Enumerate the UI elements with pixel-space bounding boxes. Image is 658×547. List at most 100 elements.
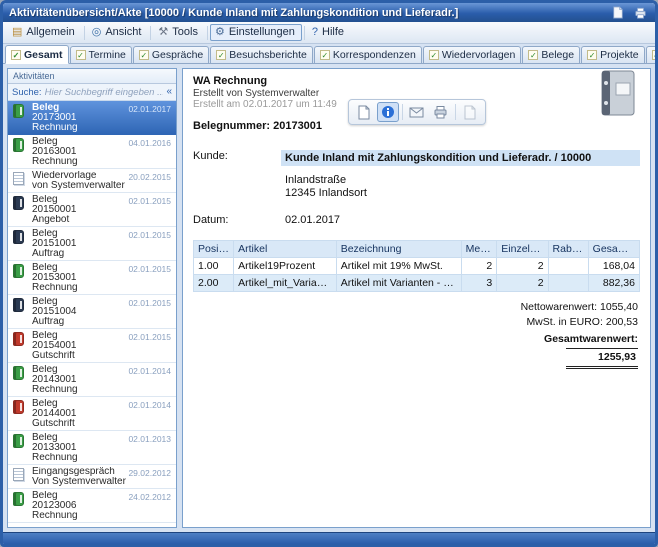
menu-bar: ▤Allgemein ◎Ansicht⚒Tools ⚙Einstellungen? H… <box>3 22 655 44</box>
items-table-head-row: PositionArtikelBezeichnungMengeEinzelpre… <box>194 241 640 258</box>
tab-check-icon: ✓ <box>429 50 439 60</box>
menu-item-einstellungen[interactable]: ⚙Einstellungen <box>210 24 302 41</box>
address-line-2: 12345 Inlandsort <box>285 187 640 200</box>
activity-number: 20133001 <box>32 443 172 453</box>
menu-item-ansicht[interactable]: ◎Ansicht <box>87 24 149 41</box>
column-header[interactable]: Menge <box>461 241 497 258</box>
table-row[interactable]: 2.00Artikel_mit_Varianten.004Artikel mit… <box>194 275 640 292</box>
tab-label: Projekte <box>600 49 639 61</box>
print-icon[interactable] <box>430 102 452 122</box>
table-cell: Artikel mit Varianten - M - Blau <box>336 275 461 292</box>
tab-gespraeche[interactable]: ✓Gespräche <box>133 46 209 63</box>
activity-kind: Rechnung <box>32 157 172 167</box>
activity-item[interactable]: Wiedervorlagevon Systemverwalter20.02.20… <box>8 169 176 193</box>
activity-item[interactable]: Beleg20133001Rechnung02.01.2013 <box>8 431 176 465</box>
column-header[interactable]: Position <box>194 241 234 258</box>
activity-kind: Gutschrift <box>32 419 172 429</box>
table-cell <box>548 275 588 292</box>
open-document-icon[interactable] <box>353 102 375 122</box>
table-cell: 3 <box>461 275 497 292</box>
titlebar-document-icon[interactable] <box>609 5 627 20</box>
activity-item[interactable]: Beleg20154001Gutschrift02.01.2015 <box>8 329 176 363</box>
customer-value[interactable]: Kunde Inland mit Zahlungskondition und L… <box>281 150 640 166</box>
note-icon <box>13 467 27 487</box>
tab-check-icon: ✓ <box>76 50 86 60</box>
tab-wiedervorlagen[interactable]: ✓Wiedervorlagen <box>423 46 522 63</box>
created-by: Erstellt von Systemverwalter <box>193 88 640 99</box>
column-header[interactable]: Gesamtpreis <box>588 241 639 258</box>
table-cell: Artikel19Prozent <box>234 258 337 275</box>
menu-item-label: Allgemein <box>26 26 74 38</box>
tab-mahndokumente[interactable]: ✓Mahndokumente <box>646 46 658 63</box>
table-cell: 2 <box>497 258 548 275</box>
activity-item[interactable]: Beleg20151004Auftrag02.01.2015 <box>8 295 176 329</box>
activity-number: 20163001 <box>32 147 172 157</box>
tab-belege[interactable]: ✓Belege <box>522 46 580 63</box>
info-icon[interactable] <box>377 102 399 122</box>
menu-item-hilfe[interactable]: ? Hilfe <box>307 24 351 41</box>
title-bar[interactable]: Aktivitätenübersicht/Akte [10000 / Kunde… <box>3 3 655 22</box>
activity-number: 20173001 <box>32 113 172 123</box>
activity-item[interactable]: Beleg20150001Angebot02.01.2015 <box>8 193 176 227</box>
activity-number: 20151001 <box>32 239 172 249</box>
menu-separator <box>84 26 85 40</box>
activity-number: 20123006 <box>32 501 172 511</box>
activity-item[interactable]: Beleg20153001Rechnung02.01.2015 <box>8 261 176 295</box>
activity-date: 02.01.2017 <box>128 104 171 114</box>
help-icon: ? <box>312 27 318 38</box>
activity-item[interactable]: Beleg20123006Rechnung24.02.2012 <box>8 489 176 523</box>
table-cell: 168,04 <box>588 258 639 275</box>
tools-icon: ⚒ <box>158 27 168 38</box>
titlebar-print-icon[interactable] <box>631 5 649 20</box>
menu-item-allgemein[interactable]: ▤Allgemein <box>7 24 82 41</box>
customer-row: Kunde: Kunde Inland mit Zahlungskonditio… <box>193 150 640 166</box>
activity-date: 29.02.2012 <box>128 468 171 478</box>
menu-item-label: Hilfe <box>322 26 344 38</box>
tab-check-icon: ✓ <box>652 50 658 60</box>
tab-check-icon: ✓ <box>11 50 21 60</box>
sidebar-collapse-icon[interactable]: « <box>166 87 172 97</box>
table-cell: Artikel mit 19% MwSt. <box>336 258 461 275</box>
totals: Nettowarenwert:1055,40 MwSt. in EURO:200… <box>193 300 640 369</box>
column-header[interactable]: Artikel <box>234 241 337 258</box>
column-header[interactable]: Einzelpreis <box>497 241 548 258</box>
menu-item-label: Ansicht <box>105 26 141 38</box>
column-header[interactable]: Bezeichnung <box>336 241 461 258</box>
activity-date: 20.02.2015 <box>128 172 171 182</box>
activity-item[interactable]: Beleg20163001Rechnung04.01.2016 <box>8 135 176 169</box>
tab-gesamt[interactable]: ✓Gesamt <box>5 45 69 64</box>
menu-item-tools[interactable]: ⚒Tools <box>153 24 205 41</box>
activity-number: von Systemverwalter <box>32 181 172 191</box>
activity-item[interactable]: Beleg20151001Auftrag02.01.2015 <box>8 227 176 261</box>
activity-date: 24.02.2012 <box>128 492 171 502</box>
menu-separator <box>150 26 151 40</box>
activity-date: 04.01.2016 <box>128 138 171 148</box>
activity-item[interactable]: Beleg20143001Rechnung02.01.2014 <box>8 363 176 397</box>
search-input[interactable] <box>45 87 164 98</box>
tab-label: Besuchsberichte <box>229 49 307 61</box>
copy-document-icon[interactable] <box>459 102 481 122</box>
grand-total-label: Gesamtwarenwert: <box>544 332 638 347</box>
activity-item[interactable]: Beleg20173001Rechnung02.01.2017 <box>8 101 176 135</box>
menu-item-label: Einstellungen <box>229 26 295 38</box>
customer-label: Kunde: <box>193 150 281 162</box>
tab-korrespondenzen[interactable]: ✓Korrespondenzen <box>314 46 422 63</box>
activity-number: Von Systemverwalter <box>32 477 172 487</box>
tab-projekte[interactable]: ✓Projekte <box>581 46 645 63</box>
document-toolbar <box>348 99 486 125</box>
email-icon[interactable] <box>406 102 428 122</box>
toolbar-separator <box>455 104 456 120</box>
date-value: 02.01.2017 <box>281 214 340 226</box>
tab-label: Wiedervorlagen <box>442 49 516 61</box>
order-book-icon <box>13 297 27 327</box>
column-header[interactable]: Rabatt % <box>548 241 588 258</box>
offer-book-icon <box>13 195 27 225</box>
search-row: Suche: « <box>8 84 176 101</box>
activity-item[interactable]: EingangsgesprächVon Systemverwalter29.02… <box>8 465 176 489</box>
tab-termine[interactable]: ✓Termine <box>70 46 132 63</box>
activity-item[interactable]: Beleg20144001Gutschrift02.01.2014 <box>8 397 176 431</box>
table-row[interactable]: 1.00Artikel19ProzentArtikel mit 19% MwSt… <box>194 258 640 275</box>
tab-besuchsberichte[interactable]: ✓Besuchsberichte <box>210 46 313 63</box>
activities-sidebar: Aktivitäten Suche: « Beleg20173001Rechnu… <box>7 68 177 528</box>
toolbar-separator <box>402 104 403 120</box>
